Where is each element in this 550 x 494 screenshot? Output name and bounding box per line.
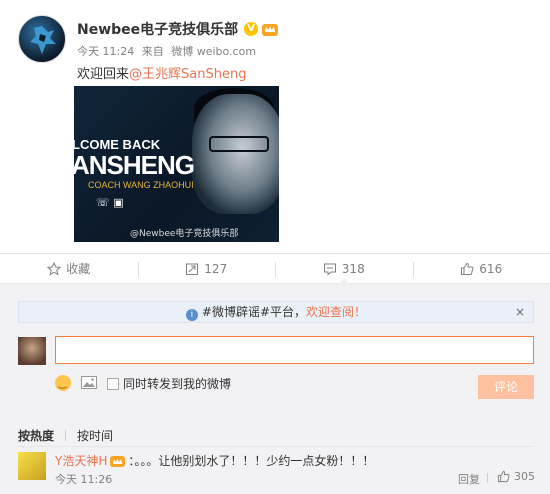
reply-button[interactable]: 回复 — [458, 471, 480, 487]
repost-count: 127 — [204, 261, 228, 276]
weibo-post: Newbee电子竞技俱乐部 V 今天 11:24 来自 微博 weibo.com… — [0, 0, 550, 252]
post-image[interactable]: LCOME BACK ANSHENG COACH WANG ZHAOHUI ☏ … — [74, 86, 279, 242]
post-source-prefix: 来自 — [141, 45, 164, 58]
author-avatar[interactable] — [18, 15, 66, 63]
notice-link[interactable]: 欢迎查阅！ — [306, 305, 366, 319]
comment-divider — [18, 446, 534, 447]
commenter-avatar[interactable] — [18, 452, 46, 480]
favorite-label: 收藏 — [66, 262, 91, 276]
comment-sort: 按热度 按时间 — [18, 427, 113, 444]
post-meta: 今天 11:24 来自 微博 weibo.com — [77, 43, 260, 59]
thumbs-up-icon — [461, 262, 474, 275]
favorite-button[interactable]: 收藏 — [0, 254, 138, 283]
sort-by-time-tab[interactable]: 按时间 — [77, 427, 113, 444]
newbee-logo-icon — [30, 26, 56, 54]
mention-link[interactable]: @王兆辉SanSheng — [129, 67, 246, 82]
comment-action-separator — [487, 473, 488, 483]
rumor-notice: i #微博辟谣#平台，欢迎查阅！ × — [18, 301, 534, 323]
comment-panel: i#微博辟谣#平台，欢迎查阅！ × 同时转发到我的微博 评论 按热度 按时间 Y… — [0, 284, 550, 494]
image-text-line3: COACH WANG ZHAOHUI — [88, 180, 194, 190]
comment-like-count: 305 — [514, 470, 535, 483]
image-portrait — [192, 94, 279, 214]
image-watermark: @Newbee电子竞技俱乐部 — [130, 229, 239, 239]
submit-comment-button[interactable]: 评论 — [478, 375, 534, 399]
image-upload-icon[interactable] — [81, 376, 97, 389]
comment-like-button[interactable]: 305 — [497, 470, 535, 483]
notice-text: #微博辟谣#平台， — [201, 305, 307, 319]
like-button[interactable]: 616 — [412, 254, 550, 283]
commenter-name[interactable]: Y浩天神H — [55, 452, 107, 469]
comment-count: 318 — [341, 261, 365, 276]
repost-icon — [186, 263, 199, 275]
close-icon[interactable]: × — [515, 302, 525, 322]
post-source[interactable]: 微博 weibo.com — [171, 45, 256, 58]
repost-button[interactable]: 127 — [137, 254, 276, 283]
post-time[interactable]: 今天 11:24 — [77, 45, 134, 58]
info-icon: i — [185, 309, 198, 321]
comment-icon — [323, 263, 336, 276]
comment-item: Y浩天神H ：。。。让他别划水了！！！少约一点女粉！！！ — [55, 452, 374, 469]
comment-button[interactable]: 318 — [275, 254, 413, 284]
comment-text: ：。。。让他别划水了！！！少约一点女粉！！！ — [128, 454, 375, 468]
post-text-prefix: 欢迎回来 — [77, 67, 130, 82]
repost-checkbox-label: 同时转发到我的微博 — [123, 377, 232, 391]
member-crown-icon[interactable] — [262, 22, 279, 36]
verified-icon[interactable]: V — [244, 22, 259, 36]
star-icon — [47, 261, 62, 276]
thumbs-up-icon — [497, 470, 510, 483]
repost-checkbox[interactable] — [107, 377, 119, 390]
comment-time: 今天 11:26 — [55, 473, 113, 486]
sort-separator — [65, 430, 67, 441]
like-count: 616 — [479, 261, 503, 276]
image-glasses — [209, 136, 269, 152]
comment-input[interactable] — [55, 336, 534, 364]
my-avatar[interactable] — [18, 337, 46, 365]
member-crown-icon[interactable] — [110, 455, 126, 467]
emoji-icon[interactable] — [55, 375, 71, 391]
sort-by-hot-tab[interactable]: 按热度 — [18, 427, 54, 444]
image-sponsor-icons: ☏ ▣ — [96, 196, 124, 209]
post-action-bar: 收藏 127 318 616 — [0, 253, 550, 284]
image-text-line2: ANSHENG — [74, 150, 195, 180]
post-text: 欢迎回来@王兆辉SanSheng — [77, 63, 246, 82]
author-name[interactable]: Newbee电子竞技俱乐部 — [77, 19, 238, 39]
repost-checkbox-row[interactable]: 同时转发到我的微博 — [107, 375, 231, 392]
author-row: Newbee电子竞技俱乐部 V — [77, 19, 279, 39]
